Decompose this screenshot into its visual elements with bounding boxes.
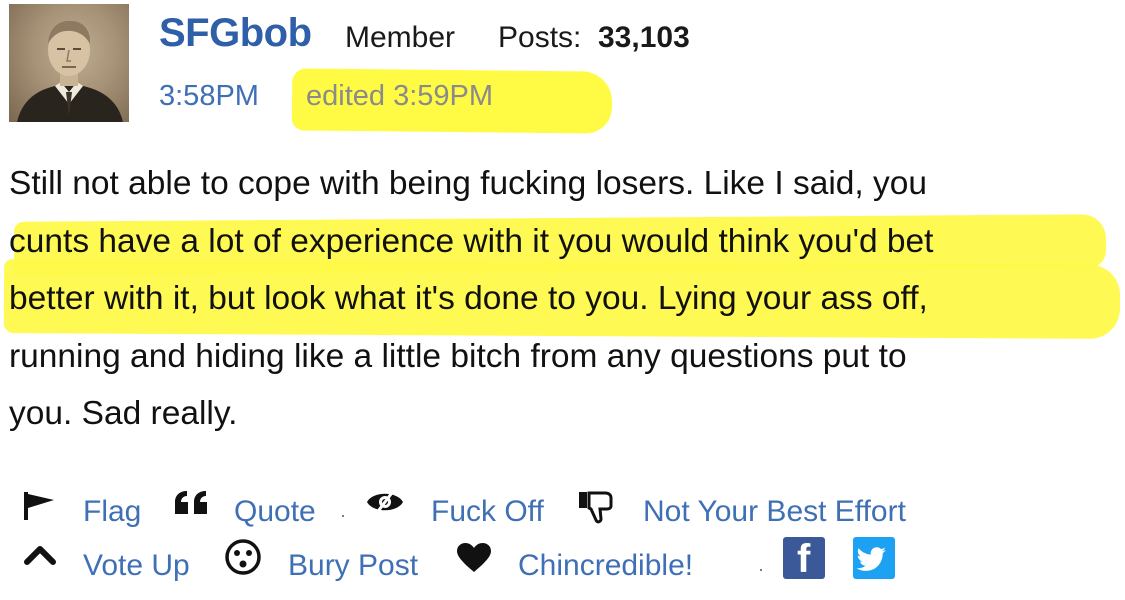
- username-link[interactable]: SFGbob: [159, 13, 312, 53]
- vote-up-icon[interactable]: [24, 544, 56, 566]
- separator: ·: [340, 505, 346, 525]
- avatar-portrait-image: [9, 4, 129, 122]
- post-body-line: cunts have a lot of experience with it y…: [9, 222, 934, 260]
- edited-timestamp: edited 3:59PM: [306, 80, 494, 112]
- twitter-icon: [856, 547, 886, 571]
- vote-up-button[interactable]: Vote Up: [83, 551, 190, 581]
- post-body: Still not able to cope with being fuckin…: [9, 155, 1109, 443]
- post-body-line: Still not able to cope with being fuckin…: [9, 165, 928, 202]
- forum-post: SFGbob Member Posts: 33,103 3:58PM edite…: [0, 0, 1125, 600]
- fuck-off-icon[interactable]: [365, 487, 405, 517]
- post-body-line: better with it, but look what it's done …: [9, 280, 928, 317]
- fuck-off-button[interactable]: Fuck Off: [431, 497, 544, 527]
- avatar[interactable]: [9, 4, 129, 122]
- heart-icon[interactable]: [456, 542, 492, 574]
- not-your-best-effort-button[interactable]: Not Your Best Effort: [643, 497, 906, 527]
- flag-icon[interactable]: [22, 491, 56, 521]
- user-role: Member: [345, 21, 456, 54]
- bury-post-icon[interactable]: [224, 538, 262, 576]
- quote-icon[interactable]: [173, 490, 211, 516]
- post-timestamp[interactable]: 3:58PM: [159, 82, 259, 111]
- facebook-share-button[interactable]: f: [783, 537, 825, 579]
- post-body-line: running and hiding like a little bitch f…: [9, 337, 907, 375]
- bury-post-button[interactable]: Bury Post: [288, 551, 418, 581]
- facebook-icon: f: [797, 537, 811, 581]
- separator: ·: [758, 559, 764, 579]
- chincredible-button[interactable]: Chincredible!: [518, 551, 693, 581]
- quote-button[interactable]: Quote: [234, 497, 316, 527]
- posts-label: Posts:: [498, 21, 582, 54]
- post-body-line: you. Sad really.: [9, 395, 238, 432]
- flag-button[interactable]: Flag: [83, 497, 141, 527]
- twitter-share-button[interactable]: [853, 537, 895, 579]
- posts-count: 33,103: [598, 21, 690, 54]
- thumbs-down-icon[interactable]: [578, 490, 616, 524]
